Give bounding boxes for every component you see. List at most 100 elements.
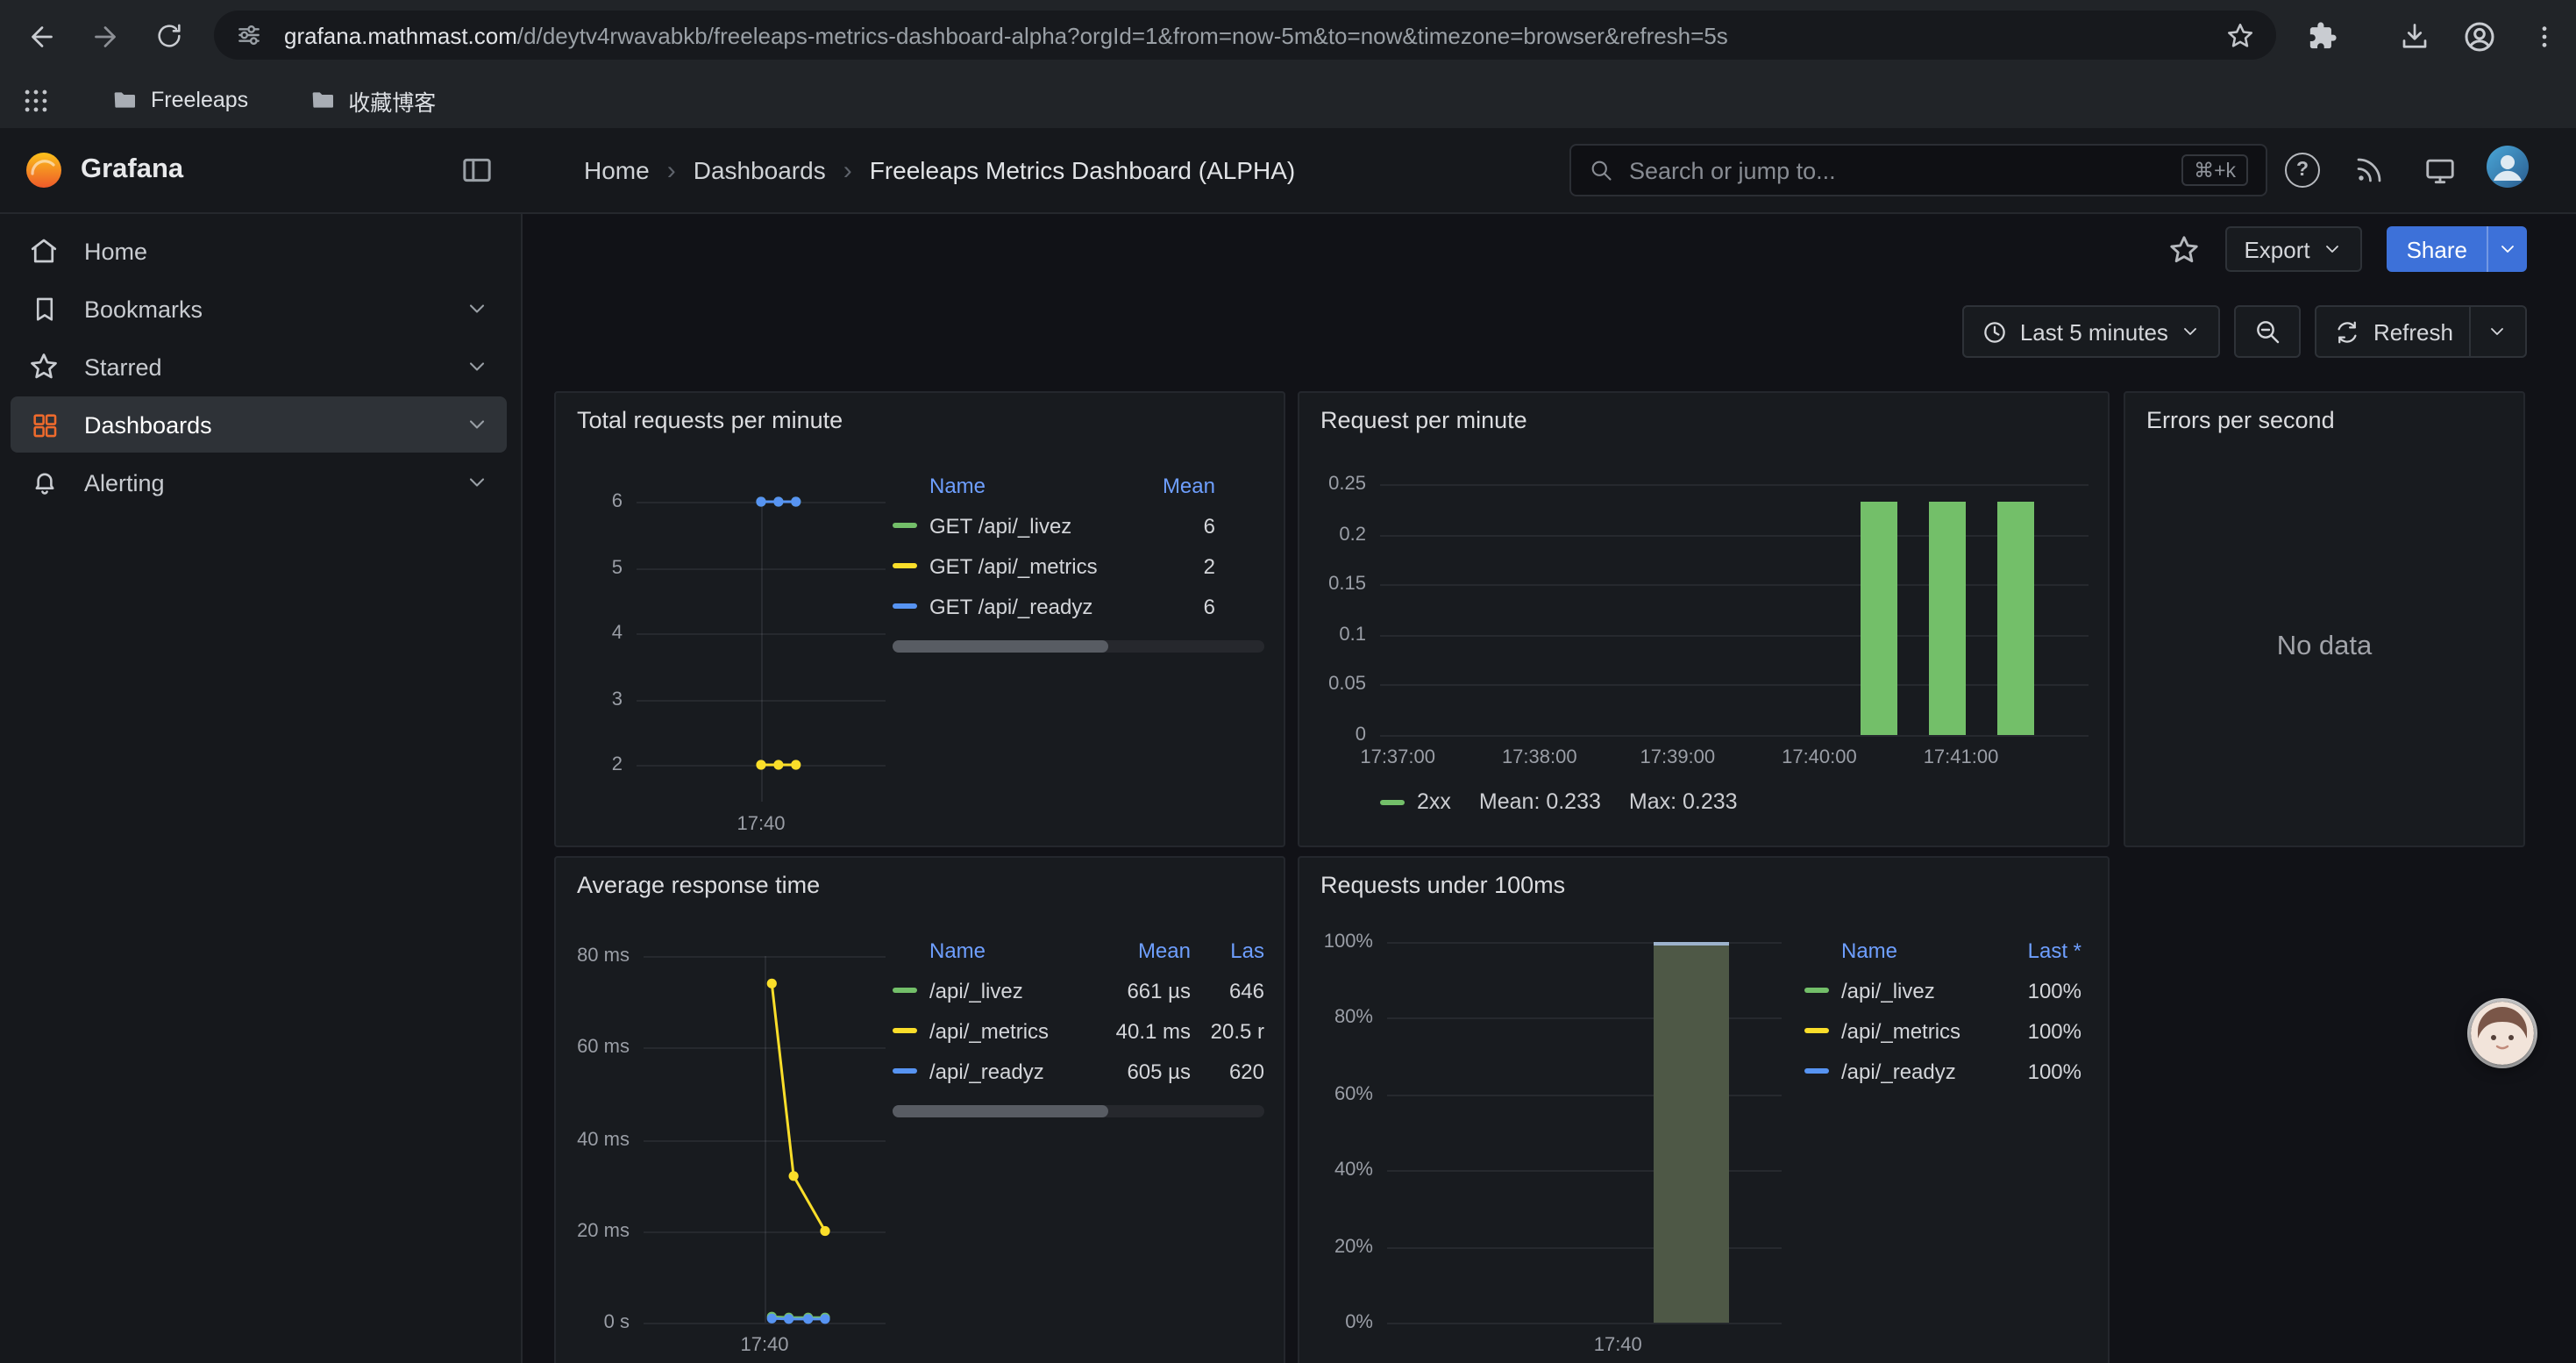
x-axis-label: 17:40:00 — [1740, 747, 1898, 768]
download-icon[interactable] — [2390, 11, 2439, 61]
series-color-dash — [893, 523, 917, 528]
bookmark-star-icon[interactable] — [2225, 20, 2255, 50]
legend-item[interactable]: /api/_readyz605 µs620 — [893, 1051, 1264, 1091]
breadcrumb-separator: › — [843, 155, 852, 185]
extensions-puzzle-icon[interactable] — [2297, 11, 2346, 61]
export-button[interactable]: Export — [2224, 226, 2362, 272]
apps-grid-icon[interactable] — [21, 85, 51, 115]
legend-item[interactable]: GET /api/_readyz6 — [893, 586, 1264, 626]
legend-item[interactable]: GET /api/_livez6 — [893, 505, 1264, 546]
sidebar-item-label: Starred — [84, 353, 162, 380]
no-data-label: No data — [2125, 632, 2523, 663]
x-axis-label: 17:39:00 — [1598, 747, 1756, 768]
url-text: grafana.mathmast.com/d/deytv4rwavabkb/fr… — [284, 22, 2211, 48]
legend-item[interactable]: /api/_metrics100% — [1804, 1010, 2081, 1051]
scrollbar-thumb[interactable] — [893, 1105, 1108, 1117]
panel-errors-per-second: Errors per second No data — [2124, 391, 2525, 847]
legend-item[interactable]: /api/_readyz100% — [1804, 1051, 2081, 1091]
legend-item[interactable]: /api/_livez661 µs646 — [893, 970, 1264, 1010]
legend-col-header[interactable]: Las — [1191, 938, 1264, 963]
sidebar-item-home[interactable]: Home — [11, 223, 507, 279]
back-button[interactable] — [18, 11, 67, 61]
panel-title[interactable]: Requests under 100ms — [1299, 858, 2108, 898]
bookmark-folder-blogs[interactable]: 收藏博客 — [308, 83, 436, 117]
url-bar[interactable]: grafana.mathmast.com/d/deytv4rwavabkb/fr… — [214, 11, 2276, 60]
series-color-dash — [893, 1028, 917, 1033]
legend-item[interactable]: GET /api/_metrics2 — [893, 546, 1264, 586]
scrollbar-thumb[interactable] — [893, 640, 1108, 653]
dock-menu-icon[interactable] — [459, 153, 495, 188]
favorite-star-icon[interactable] — [2167, 232, 2200, 266]
legend-value: 620 — [1191, 1059, 1264, 1083]
legend-item[interactable]: /api/_livez100% — [1804, 970, 2081, 1010]
bookmark-label: Freeleaps — [151, 88, 248, 112]
chevron-down-icon[interactable] — [465, 470, 489, 495]
legend-item[interactable]: /api/_metrics40.1 ms20.5 r — [893, 1010, 1264, 1051]
search-icon — [1589, 158, 1613, 182]
sidebar-item-bookmarks[interactable]: Bookmarks — [11, 281, 507, 337]
legend-inline[interactable]: 2xxMean: 0.233Max: 0.233 — [1380, 789, 1738, 814]
x-axis-label: 17:38:00 — [1461, 747, 1619, 768]
forward-button[interactable] — [81, 11, 130, 61]
legend-series-name: /api/_readyz — [1841, 1059, 1990, 1083]
sidebar-item-starred[interactable]: Starred — [11, 339, 507, 395]
chevron-down-icon[interactable] — [465, 296, 489, 321]
sidebar-item-alerting[interactable]: Alerting — [11, 454, 507, 510]
floating-assistant-avatar[interactable] — [2471, 1002, 2534, 1065]
x-axis-label: 17:40 — [1539, 1335, 1697, 1356]
monitor-icon[interactable] — [2406, 153, 2473, 187]
zoom-out-button[interactable] — [2235, 305, 2302, 358]
reload-button[interactable] — [144, 11, 193, 61]
legend-mean-stat: Mean: 0.233 — [1479, 789, 1601, 814]
legend-scrollbar[interactable] — [893, 1105, 1264, 1117]
share-dropdown[interactable] — [2488, 226, 2527, 272]
profile-avatar-icon[interactable] — [2455, 11, 2504, 61]
chevron-down-icon[interactable] — [465, 354, 489, 379]
legend-col-header[interactable]: Name — [893, 474, 1110, 498]
legend-col-header[interactable]: Mean — [1082, 938, 1191, 963]
legend-col-header[interactable]: Mean — [1110, 474, 1215, 498]
folder-icon — [308, 86, 336, 114]
legend-col-header[interactable]: Name — [893, 938, 1082, 963]
panel-title[interactable]: Request per minute — [1299, 393, 2108, 433]
rss-news-icon[interactable] — [2336, 154, 2402, 186]
divider — [2469, 307, 2471, 356]
h-gridline — [1380, 484, 2089, 486]
share-button[interactable]: Share — [2387, 226, 2527, 272]
breadcrumb-item-dashboards[interactable]: Dashboards — [694, 156, 826, 184]
search-input[interactable]: Search or jump to... ⌘+k — [1569, 144, 2267, 196]
legend-series-name: /api/_livez — [1841, 978, 1990, 1003]
h-gridline — [1380, 735, 2089, 737]
grafana-brand[interactable]: Grafana — [25, 128, 183, 212]
time-controls: Last 5 minutes Refresh — [1962, 305, 2527, 358]
bar — [1860, 501, 1896, 735]
y-axis-label: 0.25 — [1299, 475, 1366, 495]
legend-series-name: GET /api/_metrics — [929, 553, 1110, 578]
panel-title[interactable]: Errors per second — [2125, 393, 2523, 433]
brand-name: Grafana — [81, 154, 183, 186]
legend-scrollbar[interactable] — [893, 640, 1264, 653]
help-icon[interactable]: ? — [2269, 153, 2336, 188]
x-axis-label: 17:41:00 — [1882, 747, 2040, 768]
breadcrumb-item-home[interactable]: Home — [584, 156, 650, 184]
legend-col-header[interactable]: Last * — [1990, 938, 2081, 963]
refresh-interval-dropdown[interactable] — [2487, 321, 2508, 342]
user-avatar[interactable] — [2485, 143, 2530, 197]
site-settings-icon[interactable] — [235, 21, 263, 49]
legend-value: 2 — [1110, 553, 1215, 578]
bookmark-icon — [28, 293, 60, 325]
bookmark-folder-freeleaps[interactable]: Freeleaps — [110, 86, 248, 114]
time-range-label: Last 5 minutes — [2020, 318, 2168, 345]
breadcrumb-item-current: Freeleaps Metrics Dashboard (ALPHA) — [870, 156, 1296, 184]
refresh-button[interactable]: Refresh — [2316, 305, 2527, 358]
sidebar-item-dashboards[interactable]: Dashboards — [11, 396, 507, 453]
refresh-label: Refresh — [2373, 318, 2453, 345]
chevron-down-icon[interactable] — [465, 412, 489, 437]
time-range-picker[interactable]: Last 5 minutes — [1962, 305, 2221, 358]
legend-header: NameMean — [893, 467, 1264, 505]
legend-col-header[interactable]: Name — [1804, 938, 1990, 963]
search-placeholder: Search or jump to... — [1629, 157, 2181, 183]
bookmarks-bar: Freeleaps 收藏博客 — [0, 72, 2576, 128]
series-color-dash — [1804, 988, 1829, 993]
kebab-menu-icon[interactable] — [2520, 11, 2569, 61]
